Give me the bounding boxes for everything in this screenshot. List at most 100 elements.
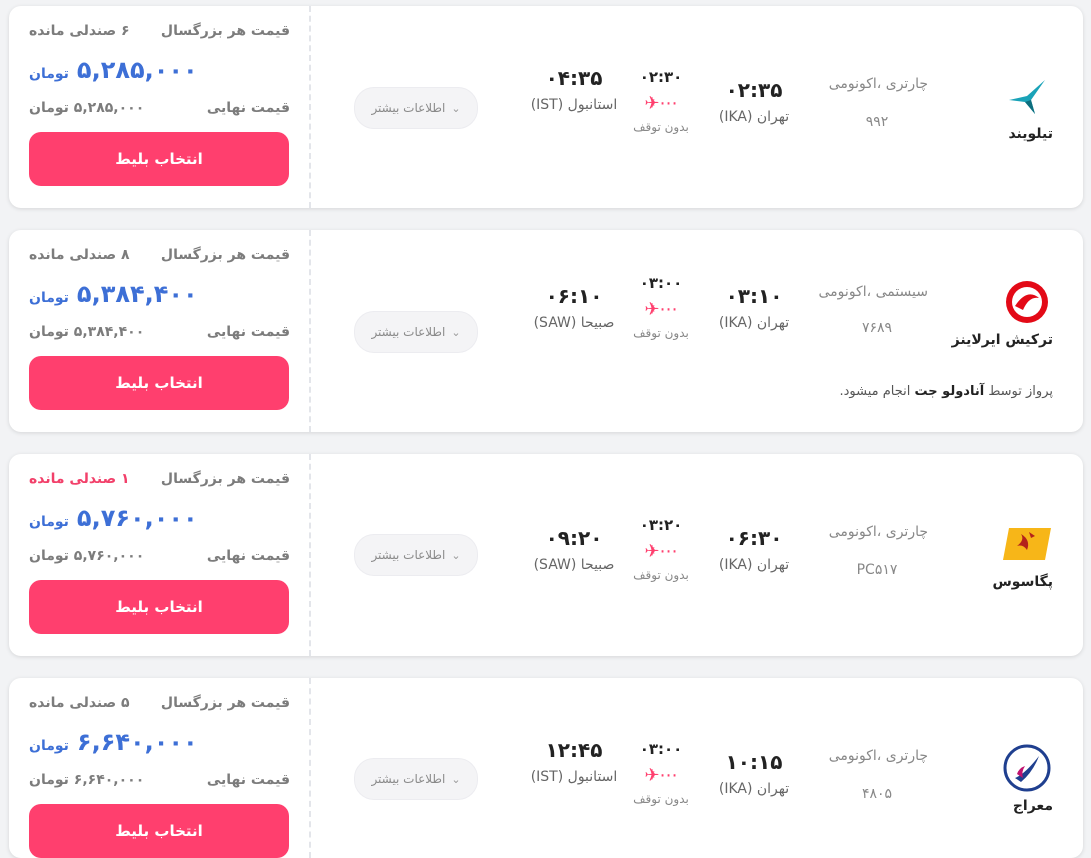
flight-class: چارتری ،اکونومی — [828, 748, 928, 764]
final-price-value: ۵,۲۸۵,۰۰۰ — [73, 100, 145, 116]
arrival-time: ۰۹:۲۰ — [545, 526, 603, 550]
more-info-label: اطلاعات بیشتر — [371, 772, 446, 786]
final-price-value: ۵,۷۶۰,۰۰۰ — [73, 548, 145, 564]
flight-duration: ۰۳:۲۰ ✈︎⋯ بدون توقف — [621, 516, 701, 582]
departure-time: ۰۲:۳۵ — [725, 78, 783, 102]
plane-icon: ✈︎⋯ — [644, 299, 678, 320]
price: ۶,۶۴۰,۰۰۰ تومان — [29, 728, 198, 756]
price-value: ۵,۳۸۴,۴۰۰ — [76, 280, 198, 308]
flight-card: قیمت هر بزرگسال ۱ صندلی مانده ۵,۷۶۰,۰۰۰ ت… — [9, 454, 1083, 656]
departure: ۱۰:۱۵ تهران (IKA) — [699, 750, 809, 798]
final-price: ۵,۳۸۴,۴۰۰ تومان — [29, 324, 144, 340]
more-info-label: اطلاعات بیشتر — [371, 548, 446, 562]
per-adult-label: قیمت هر بزرگسال — [160, 23, 290, 39]
arrival-time: ۰۴:۳۵ — [545, 66, 603, 90]
arrival-city: استانبول (IST) — [530, 97, 618, 113]
chevron-down-icon: ⌄ — [451, 548, 461, 562]
airline-name: معراج — [1012, 798, 1053, 814]
final-price-label: قیمت نهایی — [206, 772, 290, 788]
pegasus-logo-icon — [999, 516, 1055, 572]
currency-label: تومان — [29, 290, 69, 306]
flight-card: قیمت هر بزرگسال ۵ صندلی مانده ۶,۶۴۰,۰۰۰ ت… — [9, 678, 1083, 858]
flight-number: PC۵۱۷ — [856, 562, 898, 578]
final-price: ۶,۶۴۰,۰۰۰ تومان — [29, 772, 144, 788]
arrival-city: استانبول (IST) — [530, 769, 618, 785]
flight-card: قیمت هر بزرگسال ۶ صندلی مانده ۵,۲۸۵,۰۰۰ت… — [9, 6, 1083, 208]
final-price-label: قیمت نهایی — [206, 100, 290, 116]
arrival: ۱۲:۴۵ استانبول (IST) — [529, 738, 619, 786]
flight-card: قیمت هر بزرگسال ۸ صندلی مانده ۵,۳۸۴,۴۰۰ت… — [9, 230, 1083, 432]
card-divider — [309, 6, 311, 208]
arrival: ۰۹:۲۰ صبیحا (SAW) — [529, 526, 619, 574]
operating-carrier: آنادولو جت — [914, 384, 985, 399]
currency-label: تومان — [29, 772, 69, 788]
departure-time: ۱۰:۱۵ — [725, 750, 783, 774]
per-adult-label: قیمت هر بزرگسال — [160, 695, 290, 711]
price: ۵,۲۸۵,۰۰۰ تومان — [29, 56, 198, 84]
stops-label: بدون توقف — [633, 120, 689, 134]
arrival-time: ۰۶:۱۰ — [545, 284, 603, 308]
price-value: ۶,۶۴۰,۰۰۰ — [76, 728, 198, 756]
more-info-label: اطلاعات بیشتر — [371, 325, 446, 339]
more-info-button[interactable]: اطلاعات بیشتر ⌄ — [354, 87, 478, 129]
flight-number: ۴۸۰۵ — [861, 786, 893, 802]
currency-label: تومان — [29, 100, 69, 116]
currency-label: تومان — [29, 66, 69, 82]
departure: ۰۲:۳۵ تهران (IKA) — [699, 78, 809, 126]
departure-time: ۰۶:۳۰ — [725, 526, 783, 550]
departure-city: تهران (IKA) — [718, 557, 790, 573]
select-ticket-button[interactable]: انتخاب بلیط — [29, 580, 289, 634]
airline-name: تیلویند — [1008, 126, 1053, 142]
duration: ۰۳:۰۰ — [639, 274, 683, 292]
card-divider — [309, 230, 311, 432]
select-ticket-button[interactable]: انتخاب بلیط — [29, 132, 289, 186]
price-value: ۵,۲۸۵,۰۰۰ — [76, 56, 198, 84]
operated-by-note: پرواز توسط آنادولو جت انجام میشود. — [839, 384, 1053, 399]
duration: ۰۳:۲۰ — [639, 516, 683, 534]
stops-label: بدون توقف — [633, 792, 689, 806]
card-divider — [309, 454, 311, 656]
final-price-label: قیمت نهایی — [206, 548, 290, 564]
flight-class: سیستمی ،اکونومی — [818, 284, 928, 300]
arrival-time: ۱۲:۴۵ — [545, 738, 603, 762]
duration: ۰۳:۰۰ — [639, 740, 683, 758]
select-ticket-button[interactable]: انتخاب بلیط — [29, 356, 289, 410]
stops-label: بدون توقف — [633, 326, 689, 340]
card-divider — [309, 678, 311, 858]
airline-name: پگاسوس — [992, 574, 1053, 590]
chevron-down-icon: ⌄ — [451, 325, 461, 339]
arrival: ۰۴:۳۵ استانبول (IST) — [529, 66, 619, 114]
per-adult-label: قیمت هر بزرگسال — [160, 247, 290, 263]
more-info-button[interactable]: اطلاعات بیشتر ⌄ — [354, 311, 478, 353]
flight-number: ۷۶۸۹ — [861, 320, 893, 336]
more-info-button[interactable]: اطلاعات بیشتر ⌄ — [354, 534, 478, 576]
select-ticket-button[interactable]: انتخاب بلیط — [29, 804, 289, 858]
departure-time: ۰۳:۱۰ — [725, 284, 783, 308]
per-adult-label: قیمت هر بزرگسال — [160, 471, 290, 487]
departure-city: تهران (IKA) — [718, 109, 790, 125]
currency-label: تومان — [29, 738, 69, 754]
departure: ۰۳:۱۰ تهران (IKA) — [699, 284, 809, 332]
seats-left: ۵ صندلی مانده — [29, 695, 130, 711]
currency-label: تومان — [29, 514, 69, 530]
seats-left: ۱ صندلی مانده — [29, 471, 130, 487]
final-price-label: قیمت نهایی — [206, 324, 290, 340]
seats-left: ۶ صندلی مانده — [29, 23, 130, 39]
more-info-button[interactable]: اطلاعات بیشتر ⌄ — [354, 758, 478, 800]
duration: ۰۲:۳۰ — [639, 68, 683, 86]
tailwind-logo-icon — [999, 68, 1055, 124]
plane-icon: ✈︎⋯ — [644, 541, 678, 562]
stops-label: بدون توقف — [633, 568, 689, 582]
flight-duration: ۰۲:۳۰ ✈︎⋯ بدون توقف — [621, 68, 701, 134]
flight-number: ۹۹۲ — [865, 114, 889, 130]
operated-suffix: انجام میشود. — [839, 384, 911, 399]
airline-name: ترکیش ایرلاینز — [951, 332, 1053, 348]
final-price: ۵,۲۸۵,۰۰۰ تومان — [29, 100, 144, 116]
flight-class: چارتری ،اکونومی — [828, 524, 928, 540]
more-info-label: اطلاعات بیشتر — [371, 101, 446, 115]
meraj-logo-icon — [999, 740, 1055, 796]
flight-duration: ۰۳:۰۰ ✈︎⋯ بدون توقف — [621, 274, 701, 340]
plane-icon: ✈︎⋯ — [644, 93, 678, 114]
chevron-down-icon: ⌄ — [451, 772, 461, 786]
departure: ۰۶:۳۰ تهران (IKA) — [699, 526, 809, 574]
